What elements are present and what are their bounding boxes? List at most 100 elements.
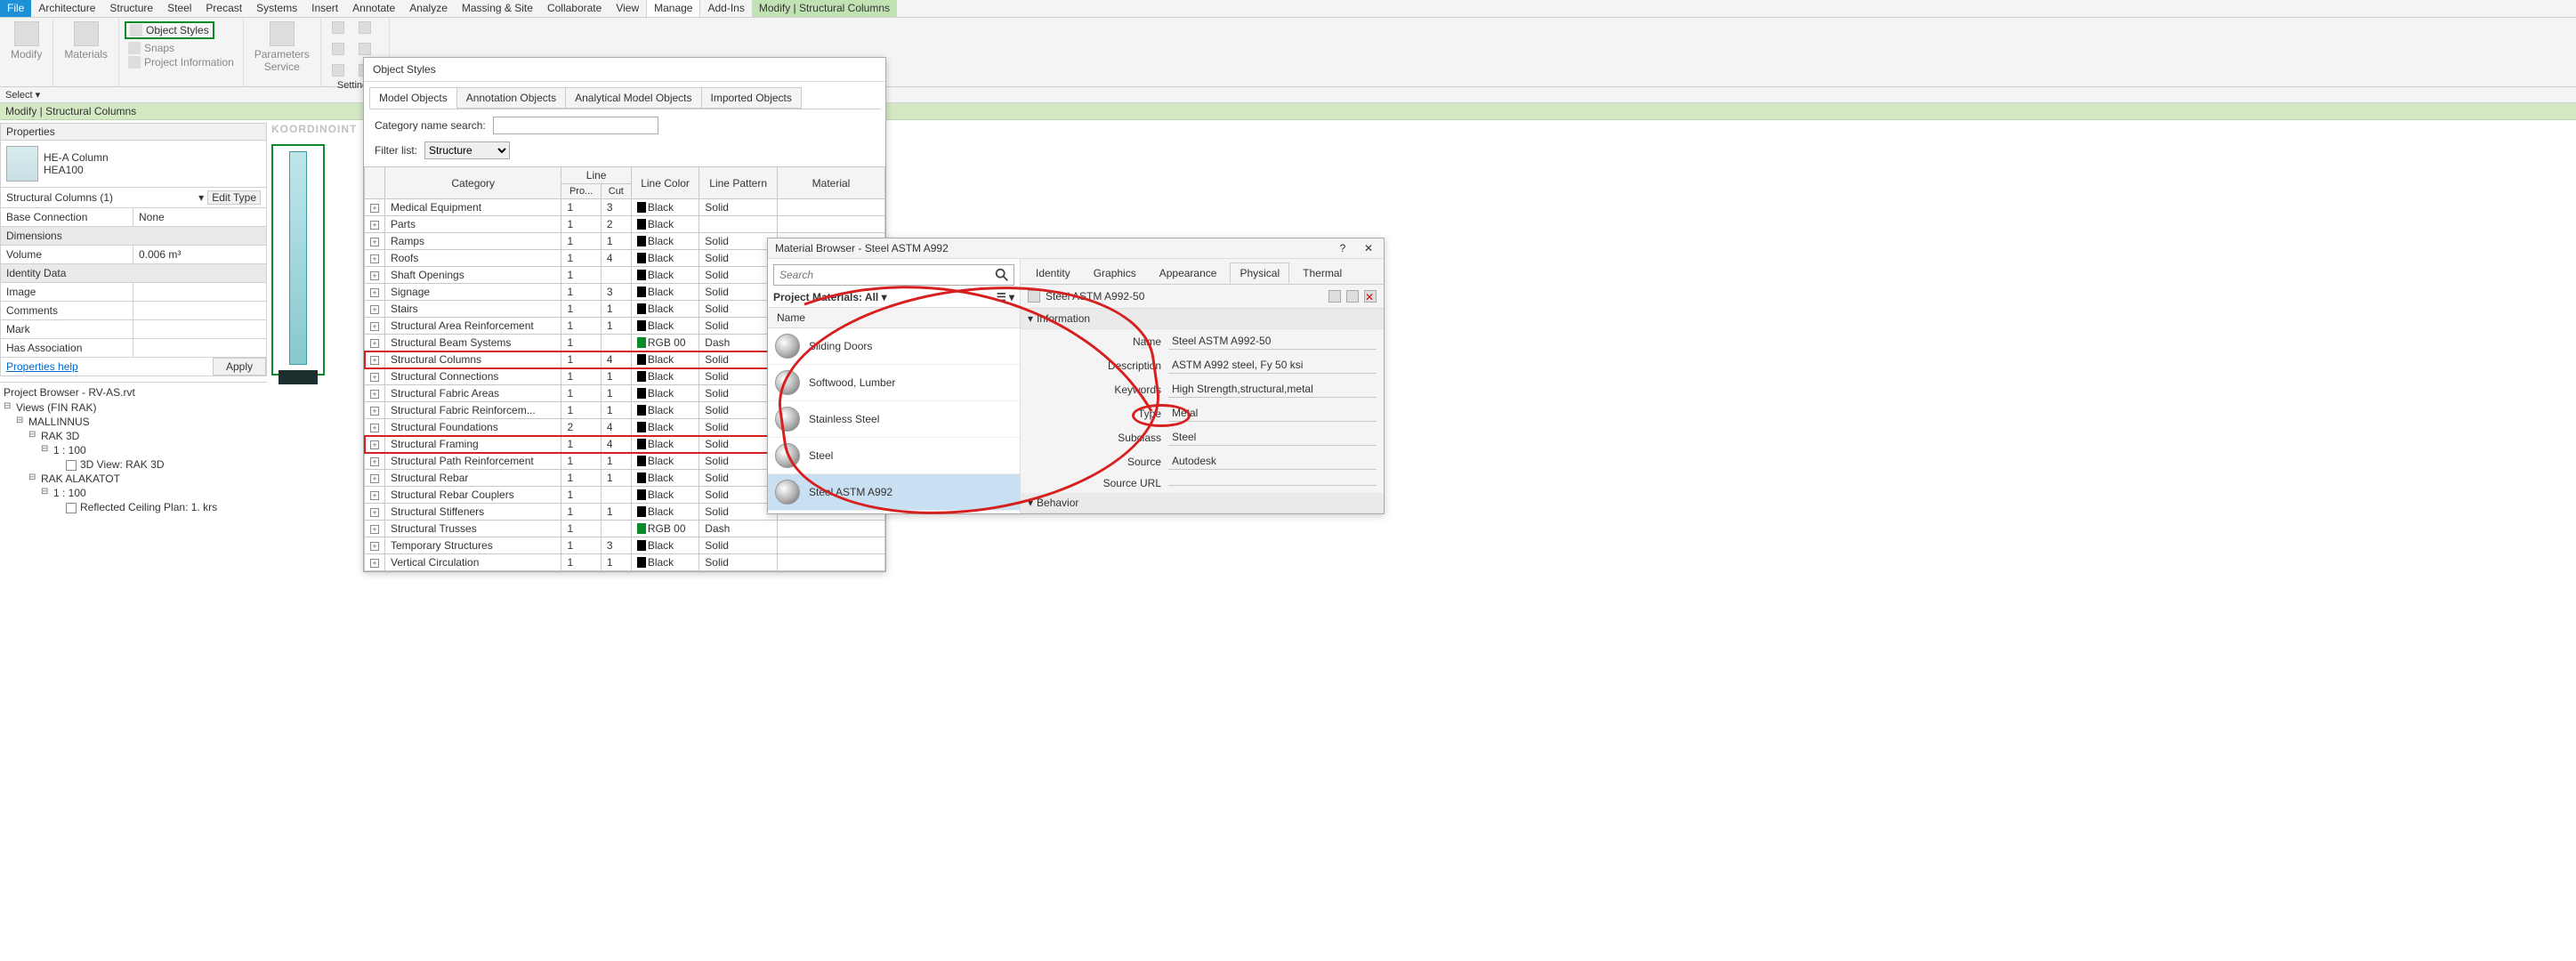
tab-manage[interactable]: Manage <box>646 0 700 17</box>
tab-modify-structural-columns[interactable]: Modify | Structural Columns <box>752 0 897 17</box>
views-node[interactable]: Views (FIN RAK) <box>4 400 263 415</box>
cat-name[interactable]: Structural Columns <box>385 351 561 368</box>
snaps-button[interactable]: Snaps <box>125 41 178 55</box>
scale2-node[interactable]: 1 : 100 <box>41 486 263 500</box>
material-item[interactable]: Softwood, Lumber <box>768 365 1020 401</box>
tab-model-objects[interactable]: Model Objects <box>369 87 457 109</box>
cat-name[interactable]: Structural Rebar <box>385 470 561 487</box>
material-item[interactable]: Steel <box>768 438 1020 474</box>
generic-icon[interactable] <box>332 43 344 55</box>
cat-name[interactable]: Structural Foundations <box>385 419 561 436</box>
prop-image-value[interactable] <box>133 283 266 301</box>
rak3d-node[interactable]: RAK 3D <box>28 429 263 443</box>
tab-view[interactable]: View <box>609 0 646 17</box>
asset-duplicate-icon[interactable] <box>1346 290 1359 303</box>
cat-name[interactable]: Structural Fabric Areas <box>385 385 561 402</box>
tab-analytical-objects[interactable]: Analytical Model Objects <box>565 87 701 109</box>
mattab-graphics[interactable]: Graphics <box>1084 262 1146 284</box>
tab-massing[interactable]: Massing & Site <box>455 0 540 17</box>
cat-name[interactable]: Structural Trusses <box>385 521 561 537</box>
material-item[interactable]: Sliding Doors <box>768 328 1020 365</box>
drawing-canvas[interactable]: KOORDINOINT <box>271 123 369 514</box>
info-sourceurl-value[interactable] <box>1168 481 1377 486</box>
tab-annotation-objects[interactable]: Annotation Objects <box>456 87 566 109</box>
info-type-value[interactable]: Metal <box>1168 405 1377 422</box>
generic-icon[interactable] <box>332 21 344 34</box>
material-library-label[interactable]: Project Materials: All ▾ <box>773 291 887 303</box>
object-styles-button[interactable]: Object Styles <box>125 21 214 39</box>
type-selector[interactable]: HE-A Column HEA100 <box>0 141 267 188</box>
search-icon[interactable] <box>994 267 1010 283</box>
material-item[interactable]: Stainless Steel <box>768 401 1020 438</box>
cat-name[interactable]: Stairs <box>385 301 561 318</box>
cat-name[interactable]: Vertical Circulation <box>385 554 561 571</box>
tab-addins[interactable]: Add-Ins <box>700 0 751 17</box>
info-subclass-value[interactable]: Steel <box>1168 429 1377 446</box>
tab-structure[interactable]: Structure <box>102 0 160 17</box>
cat-name[interactable]: Roofs <box>385 250 561 267</box>
cat-name[interactable]: Parts <box>385 216 561 233</box>
tab-systems[interactable]: Systems <box>249 0 304 17</box>
prop-comments-value[interactable] <box>133 302 266 319</box>
cat-name[interactable]: Structural Beam Systems <box>385 335 561 351</box>
cat-name[interactable]: Structural Framing <box>385 436 561 453</box>
generic-icon[interactable] <box>359 43 371 55</box>
tab-insert[interactable]: Insert <box>304 0 345 17</box>
tab-imported-objects[interactable]: Imported Objects <box>701 87 802 109</box>
mattab-identity[interactable]: Identity <box>1026 262 1080 284</box>
generic-icon[interactable] <box>332 64 344 77</box>
info-desc-value[interactable]: ASTM A992 steel, Fy 50 ksi <box>1168 357 1377 374</box>
properties-help-link[interactable]: Properties help <box>1 358 84 376</box>
cat-name[interactable]: Structural Path Reinforcement <box>385 453 561 470</box>
prop-mark-value[interactable] <box>133 320 266 338</box>
filterlist-select[interactable]: Structure <box>424 141 510 159</box>
tab-collaborate[interactable]: Collaborate <box>540 0 609 17</box>
dropdown-icon[interactable]: ▾ <box>198 191 204 204</box>
view-3d-leaf[interactable]: 3D View: RAK 3D <box>53 457 263 472</box>
mattab-appearance[interactable]: Appearance <box>1150 262 1227 284</box>
column-element[interactable] <box>289 151 307 365</box>
mallinnus-node[interactable]: MALLINNUS <box>16 415 263 429</box>
info-source-value[interactable]: Autodesk <box>1168 453 1377 470</box>
cat-name[interactable]: Structural Rebar Couplers <box>385 487 561 504</box>
material-search[interactable] <box>773 264 1014 286</box>
section-behavior[interactable]: ▾Behavior <box>1021 493 1384 513</box>
cat-name[interactable]: Signage <box>385 284 561 301</box>
cat-name[interactable]: Ramps <box>385 233 561 250</box>
rcp-leaf[interactable]: Reflected Ceiling Plan: 1. krs <box>53 500 263 514</box>
generic-icon[interactable] <box>359 21 371 34</box>
cat-name[interactable]: Temporary Structures <box>385 537 561 554</box>
section-information[interactable]: ▾Information <box>1021 309 1384 329</box>
cat-name[interactable]: Shaft Openings <box>385 267 561 284</box>
material-item[interactable]: Steel ASTM A992 <box>768 474 1020 511</box>
tab-analyze[interactable]: Analyze <box>402 0 455 17</box>
close-icon[interactable]: ✕ <box>1364 242 1377 254</box>
rak-alakatot-node[interactable]: RAK ALAKATOT <box>28 472 263 486</box>
tab-file[interactable]: File <box>0 0 31 17</box>
cat-name[interactable]: Structural Stiffeners <box>385 504 561 521</box>
tab-annotate[interactable]: Annotate <box>345 0 402 17</box>
help-icon[interactable]: ? <box>1340 242 1353 254</box>
apply-button[interactable]: Apply <box>213 358 266 376</box>
catsearch-input[interactable] <box>493 117 658 134</box>
category-row[interactable]: +Structural Trusses1RGB 00Dash <box>365 521 885 537</box>
scale-node[interactable]: 1 : 100 <box>41 443 263 457</box>
edit-type-button[interactable]: Edit Type <box>207 190 261 205</box>
category-row[interactable]: +Medical Equipment13BlackSolid <box>365 199 885 216</box>
prop-base-connection-value[interactable]: None <box>133 208 266 226</box>
category-row[interactable]: +Parts12Black <box>365 216 885 233</box>
tab-architecture[interactable]: Architecture <box>31 0 102 17</box>
parameters-service-tool[interactable]: Parameters Service <box>249 20 315 75</box>
dropdown-icon[interactable]: ▾ <box>1009 291 1014 303</box>
mattab-thermal[interactable]: Thermal <box>1293 262 1352 284</box>
category-row[interactable]: +Temporary Structures13BlackSolid <box>365 537 885 554</box>
cat-name[interactable]: Medical Equipment <box>385 199 561 216</box>
project-info-button[interactable]: Project Information <box>125 55 238 69</box>
asset-delete-icon[interactable]: ✕ <box>1364 290 1377 303</box>
material-search-input[interactable] <box>774 269 990 281</box>
tab-steel[interactable]: Steel <box>160 0 198 17</box>
tab-precast[interactable]: Precast <box>198 0 249 17</box>
cat-name[interactable]: Structural Connections <box>385 368 561 385</box>
modify-tool[interactable]: Modify <box>5 20 47 62</box>
materials-tool[interactable]: Materials <box>59 20 113 62</box>
